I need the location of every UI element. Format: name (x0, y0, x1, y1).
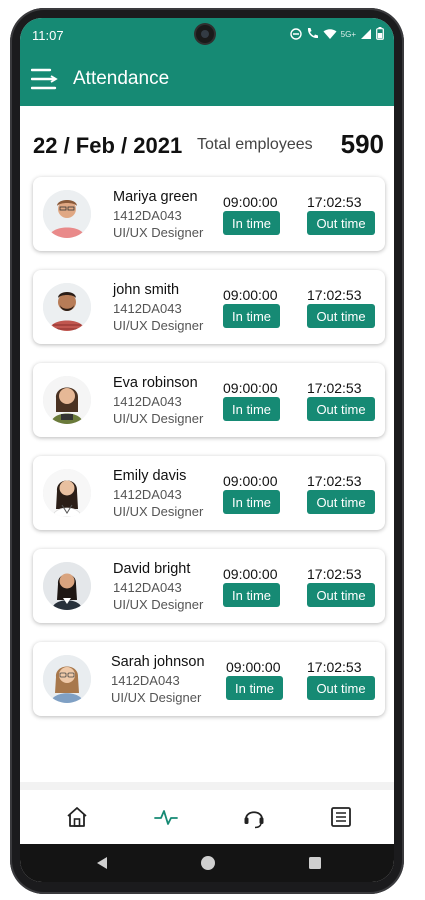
out-time-button[interactable]: Out time (307, 397, 375, 421)
in-time-button[interactable]: In time (223, 583, 280, 607)
front-camera (196, 25, 214, 43)
employee-avatar (43, 469, 91, 517)
recents-icon[interactable] (307, 855, 323, 871)
employee-name: Eva robinson (113, 375, 198, 391)
out-time-value: 17:02:53 (307, 473, 362, 489)
dnd-icon (289, 27, 302, 43)
attendance-summary: 22 / Feb / 2021 Total employees 590 (20, 106, 394, 176)
employee-role: UI/UX Designer (113, 504, 204, 519)
employee-avatar (43, 655, 91, 703)
in-time-value: 09:00:00 (223, 473, 278, 489)
back-icon[interactable] (94, 855, 110, 871)
page-title: Attendance (73, 68, 170, 89)
employee-role: UI/UX Designer (111, 690, 202, 705)
employee-name: David bright (113, 561, 191, 577)
employee-card[interactable]: Emily davis 1412DA043 UI/UX Designer 09:… (33, 456, 385, 530)
nav-divider (20, 782, 394, 790)
out-time-value: 17:02:53 (307, 566, 362, 582)
out-time-button[interactable]: Out time (307, 676, 375, 700)
in-time-value: 09:00:00 (223, 194, 278, 210)
employee-role: UI/UX Designer (113, 411, 204, 426)
employee-avatar (43, 283, 91, 331)
employee-id: 1412DA043 (113, 394, 182, 409)
in-time-button[interactable]: In time (223, 304, 280, 328)
employee-name: john smith (113, 282, 180, 298)
network-type: 5G+ (340, 30, 356, 39)
in-time-button[interactable]: In time (223, 490, 280, 514)
in-time-value: 09:00:00 (226, 659, 281, 675)
out-time-button[interactable]: Out time (307, 211, 375, 235)
employee-avatar (43, 562, 91, 610)
app-bar: Attendance (20, 54, 394, 106)
total-employees-count: 590 (340, 129, 384, 159)
signal-icon (360, 28, 372, 43)
out-time-button[interactable]: Out time (307, 490, 375, 514)
out-time-value: 17:02:53 (307, 659, 362, 675)
employee-id: 1412DA043 (111, 673, 180, 688)
status-bar: 11:07 5G+ (20, 18, 394, 54)
status-icons: 5G+ (289, 27, 384, 43)
employee-name: Sarah johnson (111, 654, 205, 670)
menu-icon[interactable] (30, 67, 59, 91)
wifi-icon (323, 28, 337, 43)
employee-avatar (43, 376, 91, 424)
in-time-button[interactable]: In time (226, 676, 283, 700)
out-time-value: 17:02:53 (307, 287, 362, 303)
in-time-value: 09:00:00 (223, 287, 278, 303)
in-time-value: 09:00:00 (223, 380, 278, 396)
bottom-navigation (20, 790, 394, 844)
attendance-date: 22 / Feb / 2021 (33, 133, 183, 158)
employee-avatar (43, 190, 91, 238)
employee-id: 1412DA043 (113, 301, 182, 316)
status-time: 11:07 (32, 28, 64, 43)
employee-id: 1412DA043 (113, 580, 182, 595)
employee-card[interactable]: David bright 1412DA043 UI/UX Designer 09… (33, 549, 385, 623)
list-icon[interactable] (328, 804, 354, 830)
employee-role: UI/UX Designer (113, 225, 204, 240)
in-time-value: 09:00:00 (223, 566, 278, 582)
employee-card[interactable]: Mariya green 1412DA043 UI/UX Designer 09… (33, 177, 385, 251)
total-employees-label: Total employees (197, 136, 313, 153)
battery-icon (376, 27, 384, 43)
employee-role: UI/UX Designer (113, 318, 204, 333)
activity-icon[interactable] (153, 804, 179, 830)
home-circle-icon[interactable] (200, 855, 216, 871)
headset-icon[interactable] (241, 804, 267, 830)
in-time-button[interactable]: In time (223, 397, 280, 421)
employee-role: UI/UX Designer (113, 597, 204, 612)
in-time-button[interactable]: In time (223, 211, 280, 235)
employee-name: Mariya green (113, 189, 198, 205)
employee-card[interactable]: Sarah johnson 1412DA043 UI/UX Designer 0… (33, 642, 385, 716)
employee-id: 1412DA043 (113, 208, 182, 223)
home-icon[interactable] (64, 804, 90, 830)
employee-name: Emily davis (113, 468, 187, 484)
employee-id: 1412DA043 (113, 487, 182, 502)
out-time-value: 17:02:53 (307, 194, 362, 210)
system-navigation-bar (20, 844, 394, 882)
employee-card[interactable]: Eva robinson 1412DA043 UI/UX Designer 09… (33, 363, 385, 437)
wifi-call-icon (306, 27, 319, 43)
out-time-button[interactable]: Out time (307, 583, 375, 607)
employee-card[interactable]: john smith 1412DA043 UI/UX Designer 09:0… (33, 270, 385, 344)
phone-screen: 11:07 5G+ Attendance 22 / Feb / 2021 Tot… (20, 18, 394, 882)
out-time-value: 17:02:53 (307, 380, 362, 396)
out-time-button[interactable]: Out time (307, 304, 375, 328)
